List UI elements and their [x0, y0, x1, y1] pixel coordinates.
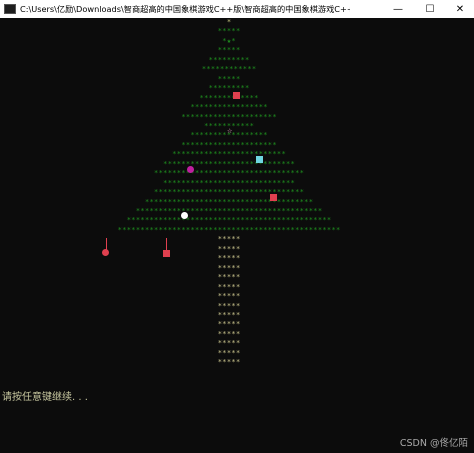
ornament-string — [106, 238, 107, 250]
title-bar[interactable]: C:\Users\亿励\Downloads\智商超高的中国象棋游戏C++版\智商… — [0, 0, 474, 18]
pink-star-ornament: ☆ — [227, 126, 233, 136]
tree-trunk-row: ***** — [217, 253, 241, 263]
tree-foliage-row: ***** — [217, 26, 241, 36]
tree-trunk-row: ***** — [217, 338, 241, 348]
tree-foliage-row: ***************************** — [163, 177, 295, 187]
tree-foliage-row: ********************* — [181, 139, 277, 149]
csdn-watermark: CSDN @佟亿陌 — [399, 438, 468, 449]
window-title: C:\Users\亿励\Downloads\智商超高的中国象棋游戏C++版\智商… — [20, 4, 350, 14]
tree-foliage-row: ********************************* — [153, 187, 305, 197]
tree-foliage-row: ****************************************… — [126, 215, 332, 225]
console-output: * ***** *★* ***** ********* ************ *****… — [0, 17, 474, 453]
console-window: C:\Users\亿励\Downloads\智商超高的中国象棋游戏C++版\智商… — [0, 0, 474, 453]
tree-foliage-row: ************************************* — [144, 196, 314, 206]
hanging-red-square-ornament — [163, 250, 170, 257]
tree-foliage-row: *★* — [222, 35, 236, 45]
tree-trunk-row: ***** — [217, 319, 241, 329]
tree-trunk-row: ***** — [217, 328, 241, 338]
tree-trunk-row: ***** — [217, 357, 241, 367]
red-square-ornament — [233, 92, 240, 99]
tree-trunk-row: ***** — [217, 281, 241, 291]
tree-foliage-row: ************* — [199, 92, 259, 102]
tree-trunk-row: ***** — [217, 262, 241, 272]
ornament-string — [166, 238, 167, 250]
close-button[interactable]: ✕ — [446, 0, 474, 18]
tree-trunk-row: ***** — [217, 234, 241, 244]
tree-foliage-row: ***************** — [190, 102, 268, 112]
tree-foliage-row: ***************************** — [163, 158, 295, 168]
tree-foliage-row: ********* — [208, 54, 250, 64]
white-circle-ornament — [181, 212, 188, 219]
cyan-square-ornament — [256, 156, 263, 163]
red-square-ornament — [270, 194, 277, 201]
magenta-circle-ornament — [187, 166, 194, 173]
tree-trunk-row: ***** — [217, 309, 241, 319]
tree-foliage-row: ************ — [201, 64, 257, 74]
hanging-red-circle-ornament — [102, 249, 109, 256]
tree-trunk-row: ***** — [217, 347, 241, 357]
tree-trunk-row: ***** — [217, 291, 241, 301]
tree-foliage-row: ********************************* — [153, 168, 305, 178]
tree-foliage-row: ****************************************… — [117, 224, 341, 234]
tree-foliage-row: ********************* — [181, 111, 277, 121]
tree-trunk-row: ***** — [217, 243, 241, 253]
tree-foliage-row: ************************* — [172, 149, 286, 159]
maximize-button[interactable]: ☐ — [416, 0, 444, 18]
tree-trunk-row: ***** — [217, 272, 241, 282]
tree-foliage-row: ***** — [217, 45, 241, 55]
minimize-button[interactable]: — — [384, 0, 412, 18]
tree-foliage-row: ********* — [208, 83, 250, 93]
tree-top-star: * — [226, 17, 232, 26]
tree-trunk-row: ***** — [217, 300, 241, 310]
console-app-icon — [4, 4, 16, 14]
tree-foliage-row: ***** — [217, 73, 241, 83]
tree-foliage-row: ****************************************… — [135, 206, 323, 215]
press-any-key-prompt: 请按任意键继续. . . — [2, 392, 88, 403]
